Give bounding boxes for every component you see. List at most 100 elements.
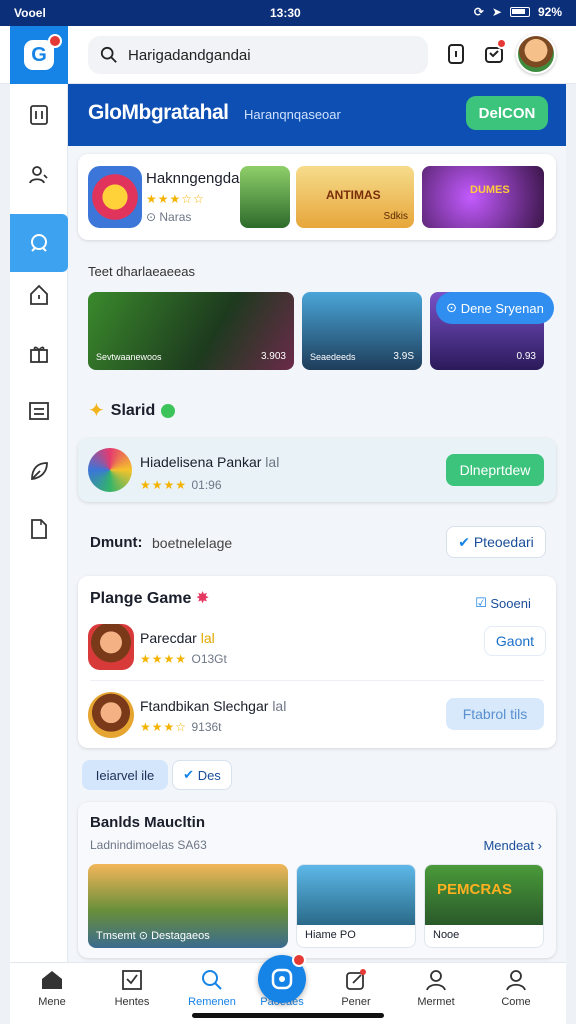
- dmunt-label: Dmunt:: [90, 534, 143, 551]
- sidebar-item-library[interactable]: [10, 382, 68, 440]
- bottom-card-1[interactable]: Tmsemt ⊙ Destagaeos: [88, 864, 288, 948]
- battery-text: 92%: [537, 5, 562, 19]
- check-circle-icon: ✔: [183, 767, 198, 782]
- home-indicator: [192, 1013, 384, 1018]
- plange-item-1-rating: ★★★★ O13Gt: [140, 652, 227, 666]
- trending-card-2-value: 3.9S: [393, 351, 414, 362]
- dmunt-value: boetnelelage: [152, 535, 233, 551]
- featured-thumb-3[interactable]: DUMES: [422, 166, 544, 228]
- center-action-button[interactable]: [258, 953, 306, 1003]
- plange-item-2-name: Ftandbikan Slechgar lal: [140, 698, 287, 714]
- plange-sort-button[interactable]: ☑ Sooeni: [462, 588, 544, 618]
- app-icon: [271, 968, 293, 990]
- sidebar: [10, 84, 68, 962]
- hero-banner: GloMbgratahal Haranqnqaseoar DelCON: [68, 84, 566, 146]
- trending-pill-button[interactable]: ⊙ Dene Sryenan: [436, 292, 554, 324]
- clock-text: 13:30: [270, 6, 301, 20]
- plange-game-card: Plange Game ✸ ☑ Sooeni Parecdar lal ★★★★…: [78, 576, 556, 748]
- featured-thumb-2[interactable]: ANTIMAS Sdkis: [296, 166, 414, 228]
- edit-icon: [346, 969, 366, 990]
- search-icon: [202, 970, 222, 990]
- plange-item-1-icon: [88, 624, 134, 670]
- status-bar: Vooel 13:30 ⟳ ➤ 92%: [0, 0, 576, 26]
- avatar[interactable]: [516, 34, 556, 74]
- nav-item-home[interactable]: Mene: [12, 969, 92, 1019]
- bottom-card-2-caption: Hiame PO: [305, 929, 356, 941]
- trending-title: Teet dharlaeaeeas: [88, 264, 195, 279]
- trending-card-2[interactable]: Seaedeeds 3.9S: [302, 292, 422, 370]
- battery-icon: [509, 7, 530, 17]
- sidebar-item-store[interactable]: [10, 86, 68, 144]
- bottom-card-2[interactable]: Hiame PO: [296, 864, 416, 948]
- app-logo[interactable]: G: [10, 26, 68, 84]
- featured-name: Haknngengdai: [146, 170, 243, 187]
- sidebar-item-feed[interactable]: [10, 442, 68, 500]
- hero-title: GloMbgratahal: [88, 101, 229, 124]
- chip-2[interactable]: ✔ Des: [172, 760, 232, 790]
- sidebar-item-friends[interactable]: [10, 146, 68, 204]
- heart-icon: ✸: [195, 590, 210, 607]
- trending-card-1[interactable]: Sevtwaanewoos 3.903: [88, 292, 294, 370]
- profile-icon: [426, 970, 446, 991]
- nav-item-news[interactable]: Hentes: [92, 969, 172, 1019]
- trending-card-1-value: 3.903: [260, 351, 286, 362]
- main-content: Haknngengdai ★★★☆☆ ⊙ Naras ANTIMAS Sdkis…: [68, 146, 566, 962]
- sidebar-item-gifts[interactable]: [10, 324, 68, 382]
- sparkle-icon: ✦: [88, 400, 105, 422]
- building-icon: [30, 105, 48, 125]
- search-text: Harigadandgandai: [128, 46, 251, 64]
- check-icon: ☑: [475, 595, 491, 610]
- bottom-card-3[interactable]: PEMCRAS Nooe: [424, 864, 544, 948]
- nav-item-mermet[interactable]: Mermet: [396, 969, 476, 1019]
- featured-stars: ★★★☆☆: [146, 192, 205, 206]
- plange-item-2-icon: [88, 692, 134, 738]
- top-bar: G Harigadandgandai: [0, 26, 576, 84]
- nav-item-search[interactable]: Remenen: [172, 969, 252, 1019]
- hero-button[interactable]: DelCON: [466, 96, 548, 130]
- user-icon: [506, 970, 526, 991]
- trending-card-1-caption: Sevtwaanewoos: [96, 352, 162, 362]
- featured-meta: ⊙ Naras: [146, 210, 192, 224]
- bottom-section-card: Banlds Maucltin Ladnindimoelas SA63 Mend…: [78, 802, 556, 958]
- starred-title: Slarid: [110, 401, 156, 419]
- home-icon: [42, 971, 62, 989]
- bottom-card-3-image: PEMCRAS: [425, 865, 543, 925]
- plange-item-1-button[interactable]: Gaont: [484, 626, 546, 656]
- featured-card[interactable]: Haknngengdai ★★★☆☆ ⊙ Naras ANTIMAS Sdkis…: [78, 154, 556, 240]
- signal-icon: ➤: [491, 5, 502, 19]
- starred-action-button[interactable]: Dlneprtdew: [446, 454, 544, 486]
- featured-app-icon: [88, 166, 142, 228]
- see-more-link[interactable]: Mendeat ›: [483, 838, 542, 853]
- carrier-text: Vooel: [14, 6, 46, 20]
- starred-header: ✦ Slarid: [88, 398, 176, 423]
- search-input[interactable]: Harigadandgandai: [88, 36, 428, 74]
- trending-card-2-caption: Seaedeeds: [310, 352, 356, 362]
- nav-item-come[interactable]: Come: [476, 969, 556, 1019]
- plange-title: Plange Game ✸: [90, 590, 210, 607]
- center-badge: [292, 953, 306, 967]
- bottom-section-subtitle: Ladnindimoelas SA63: [90, 838, 207, 852]
- nav-item-pener[interactable]: Pener: [316, 969, 396, 1019]
- chevron-right-icon: ›: [537, 838, 542, 853]
- starred-app-card[interactable]: Hiadelisena Pankar lal ★★★★ 01:96 Dlnepr…: [78, 438, 556, 502]
- chip-1[interactable]: Ieiarvel ile: [82, 760, 168, 790]
- hero-subtitle: Haranqnqaseoar: [244, 107, 341, 122]
- featured-thumb-1[interactable]: [240, 166, 290, 228]
- sidebar-item-home[interactable]: [10, 266, 68, 324]
- featured-thumb-2-tag: Sdkis: [383, 211, 408, 222]
- leaf-icon: [31, 462, 48, 481]
- sidebar-item-games[interactable]: [10, 214, 68, 272]
- sync-icon: ⟳: [473, 5, 484, 19]
- featured-thumb-2-label: ANTIMAS: [326, 188, 381, 202]
- logo-notification-badge: [48, 34, 62, 48]
- gamepad-icon: [31, 234, 47, 252]
- plange-item-1-name: Parecdar lal: [140, 630, 215, 646]
- featured-thumb-3-label: DUMES: [470, 184, 510, 196]
- sidebar-item-docs[interactable]: [10, 500, 68, 558]
- plange-item-2-button[interactable]: Ftabrol tils: [446, 698, 544, 730]
- document-icon: [31, 519, 47, 539]
- tablet-icon[interactable]: [444, 42, 468, 66]
- bottom-card-2-image: [297, 865, 415, 925]
- cart-icon[interactable]: [482, 38, 507, 66]
- dmunt-button[interactable]: ✔ Pteoedari: [446, 526, 546, 558]
